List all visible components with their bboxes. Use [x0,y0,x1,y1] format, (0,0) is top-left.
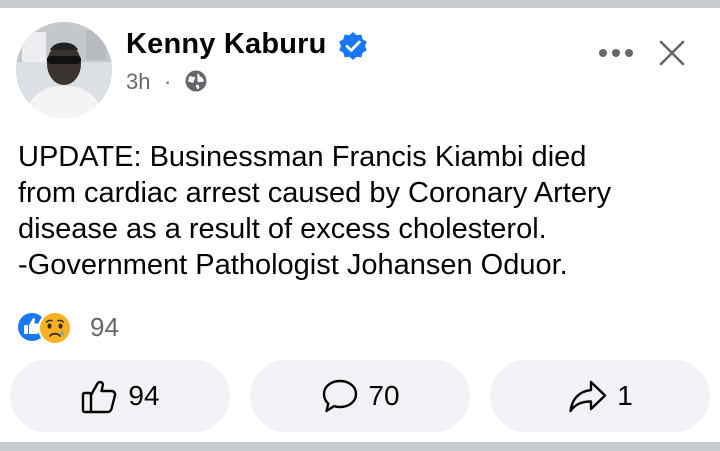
verified-badge-icon [339,32,367,60]
comment-count: 70 [368,380,400,411]
post-time[interactable]: 3h [126,69,150,95]
post-body: UPDATE: Businessman Francis Kiambi died … [18,139,708,283]
reaction-count: 94 [90,312,119,342]
share-count: 1 [617,380,633,411]
avatar-photo [16,22,112,118]
comment-icon [323,379,358,413]
share-button[interactable]: 1 [490,360,710,432]
meta-separator: · [164,69,172,94]
author-name[interactable]: Kenny Kaburu [126,28,327,61]
thumbs-up-icon [82,380,117,414]
post-line: disease as a result of excess cholestero… [18,213,547,245]
like-count: 94 [128,380,160,411]
bottom-divider [0,442,720,451]
more-options-icon[interactable] [596,40,636,66]
author-avatar[interactable] [16,22,112,118]
close-icon[interactable] [656,37,688,69]
post-line: -Government Pathologist Johansen Oduor. [18,249,568,281]
comment-button[interactable]: 70 [250,360,470,432]
like-button[interactable]: 94 [10,360,230,432]
post-line: UPDATE: Businessman Francis Kiambi died [18,141,587,173]
globe-icon [185,70,207,92]
post-line: from cardiac arrest caused by Coronary A… [18,177,612,209]
sad-reaction-icon [38,311,72,345]
top-divider [0,0,720,8]
share-icon [569,380,607,413]
